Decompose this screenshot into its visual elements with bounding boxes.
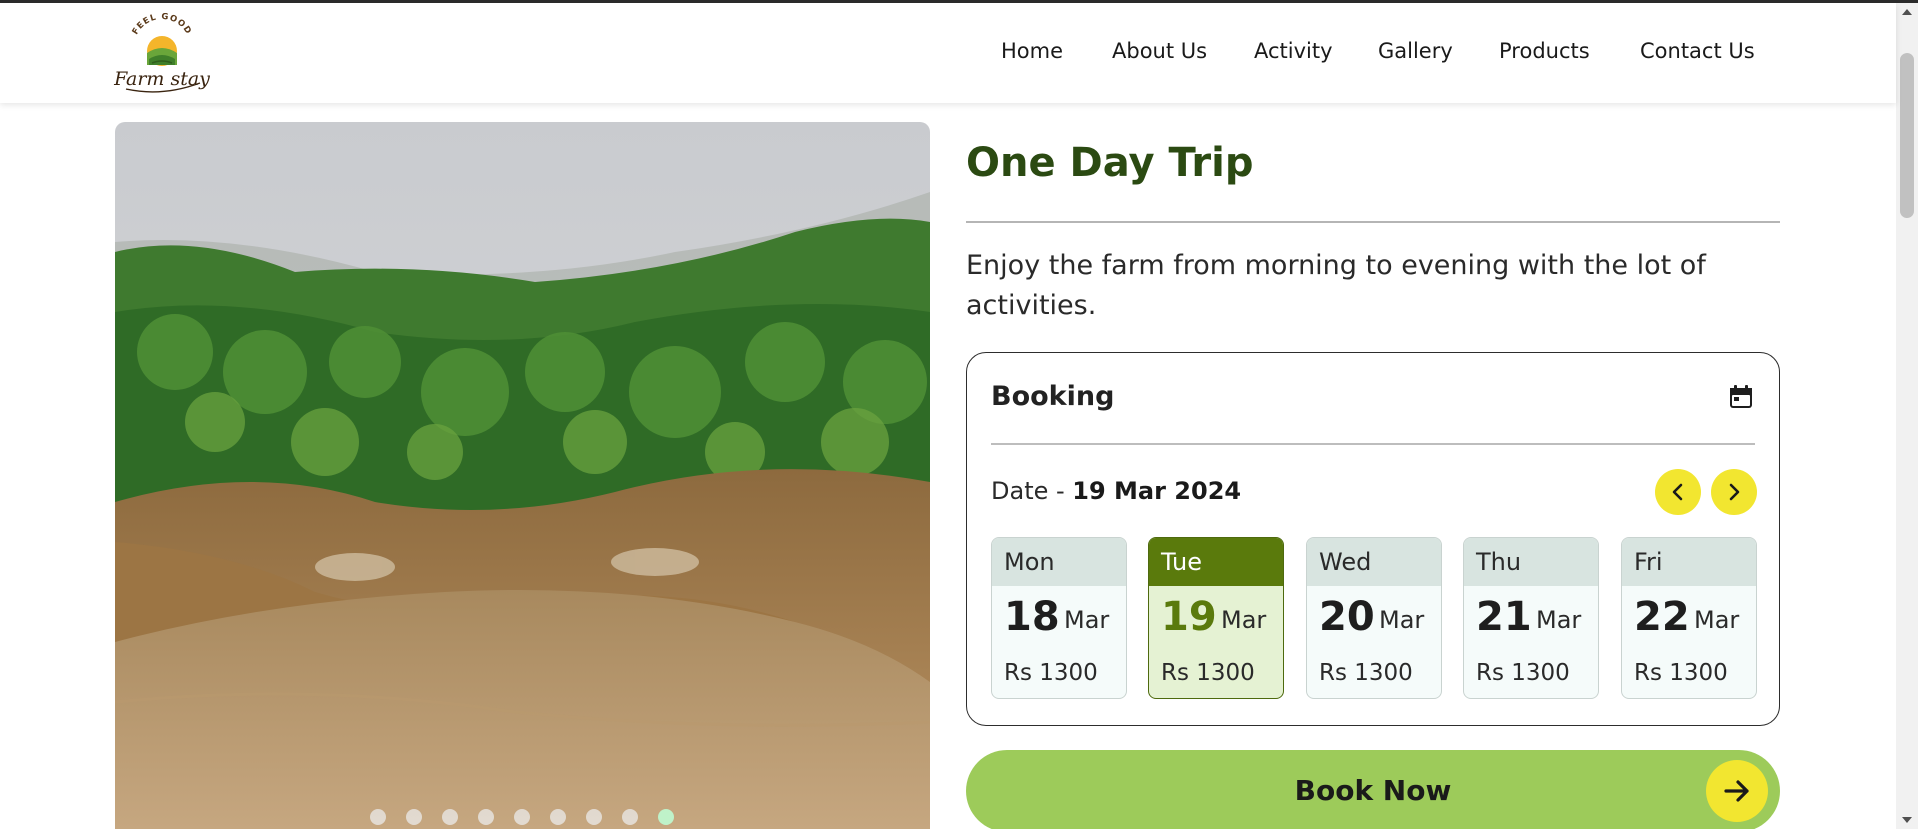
book-now-button[interactable]: Book Now [966, 750, 1780, 829]
day-date: 19 [1161, 594, 1217, 640]
carousel-dot-7[interactable] [586, 809, 602, 825]
selected-date-value: 19 Mar 2024 [1072, 477, 1242, 505]
date-option-wed[interactable]: Wed 20 Mar Rs 1300 [1306, 537, 1442, 699]
nav-about-us[interactable]: About Us [1112, 39, 1207, 63]
book-now-arrow-button[interactable] [1706, 760, 1768, 822]
main-nav: Home About Us Activity Gallery Products … [0, 39, 1896, 69]
nav-products[interactable]: Products [1499, 39, 1590, 63]
carousel-dots [115, 805, 930, 829]
calendar-icon[interactable] [1727, 383, 1755, 411]
day-month: Mar [1536, 606, 1582, 634]
date-prefix: Date - [991, 477, 1073, 505]
day-name: Mon [992, 538, 1126, 586]
page-scrollbar[interactable] [1896, 3, 1918, 829]
hero-landscape-image [115, 122, 930, 829]
day-date: 20 [1319, 594, 1375, 640]
chevron-right-icon [1729, 483, 1740, 501]
date-option-tue-selected[interactable]: Tue 19 Mar Rs 1300 [1148, 537, 1284, 699]
booking-card: Booking Date - 19 Mar 2024 Mon 18 Mar Rs… [966, 352, 1780, 726]
arrow-right-icon [1724, 780, 1749, 802]
nav-contact-us[interactable]: Contact Us [1640, 39, 1755, 63]
svg-text:FEEL GOOD: FEEL GOOD [131, 13, 194, 37]
next-dates-button[interactable] [1711, 469, 1757, 515]
prev-dates-button[interactable] [1655, 469, 1701, 515]
date-option-fri[interactable]: Fri 22 Mar Rs 1300 [1621, 537, 1757, 699]
day-price: Rs 1300 [1476, 660, 1570, 686]
day-price: Rs 1300 [1161, 660, 1255, 686]
scroll-up-arrow-icon[interactable] [1902, 9, 1912, 15]
booking-divider [991, 443, 1755, 445]
carousel-dot-6[interactable] [550, 809, 566, 825]
date-option-mon[interactable]: Mon 18 Mar Rs 1300 [991, 537, 1127, 699]
title-divider [966, 221, 1780, 223]
date-option-thu[interactable]: Thu 21 Mar Rs 1300 [1463, 537, 1599, 699]
site-header: FEEL GOOD Farm stay Home About Us Activi… [0, 3, 1896, 103]
day-month: Mar [1221, 606, 1267, 634]
scroll-thumb[interactable] [1900, 53, 1914, 218]
selected-date-label: Date - 19 Mar 2024 [991, 477, 1241, 505]
nav-home[interactable]: Home [1001, 39, 1063, 63]
logo-top-text: FEEL GOOD [131, 12, 193, 37]
carousel-dot-4[interactable] [478, 809, 494, 825]
carousel-dot-1[interactable] [370, 809, 386, 825]
hero-image-carousel[interactable] [115, 122, 930, 829]
carousel-dot-9-active[interactable] [658, 809, 674, 825]
day-name: Wed [1307, 538, 1441, 586]
page-title: One Day Trip [966, 140, 1254, 186]
nav-activity[interactable]: Activity [1254, 39, 1333, 63]
day-month: Mar [1694, 606, 1740, 634]
day-name: Thu [1464, 538, 1598, 586]
carousel-dot-8[interactable] [622, 809, 638, 825]
day-month: Mar [1064, 606, 1110, 634]
nav-gallery[interactable]: Gallery [1378, 39, 1453, 63]
scroll-down-arrow-icon[interactable] [1902, 817, 1912, 823]
logo-name-text: Farm stay [113, 68, 210, 90]
carousel-dot-2[interactable] [406, 809, 422, 825]
date-selector: Mon 18 Mar Rs 1300 Tue 19 Mar Rs 1300 We… [991, 537, 1757, 699]
day-name: Tue [1149, 538, 1283, 586]
carousel-dot-5[interactable] [514, 809, 530, 825]
day-price: Rs 1300 [1319, 660, 1413, 686]
booking-title: Booking [991, 381, 1115, 412]
day-date: 21 [1476, 594, 1532, 640]
book-now-label: Book Now [1294, 774, 1452, 807]
day-price: Rs 1300 [1004, 660, 1098, 686]
day-name: Fri [1622, 538, 1756, 586]
day-month: Mar [1379, 606, 1425, 634]
trip-description: Enjoy the farm from morning to evening w… [966, 250, 1706, 321]
carousel-dot-3[interactable] [442, 809, 458, 825]
day-date: 22 [1634, 594, 1690, 640]
chevron-left-icon [1672, 483, 1683, 501]
day-date: 18 [1004, 594, 1060, 640]
day-price: Rs 1300 [1634, 660, 1728, 686]
